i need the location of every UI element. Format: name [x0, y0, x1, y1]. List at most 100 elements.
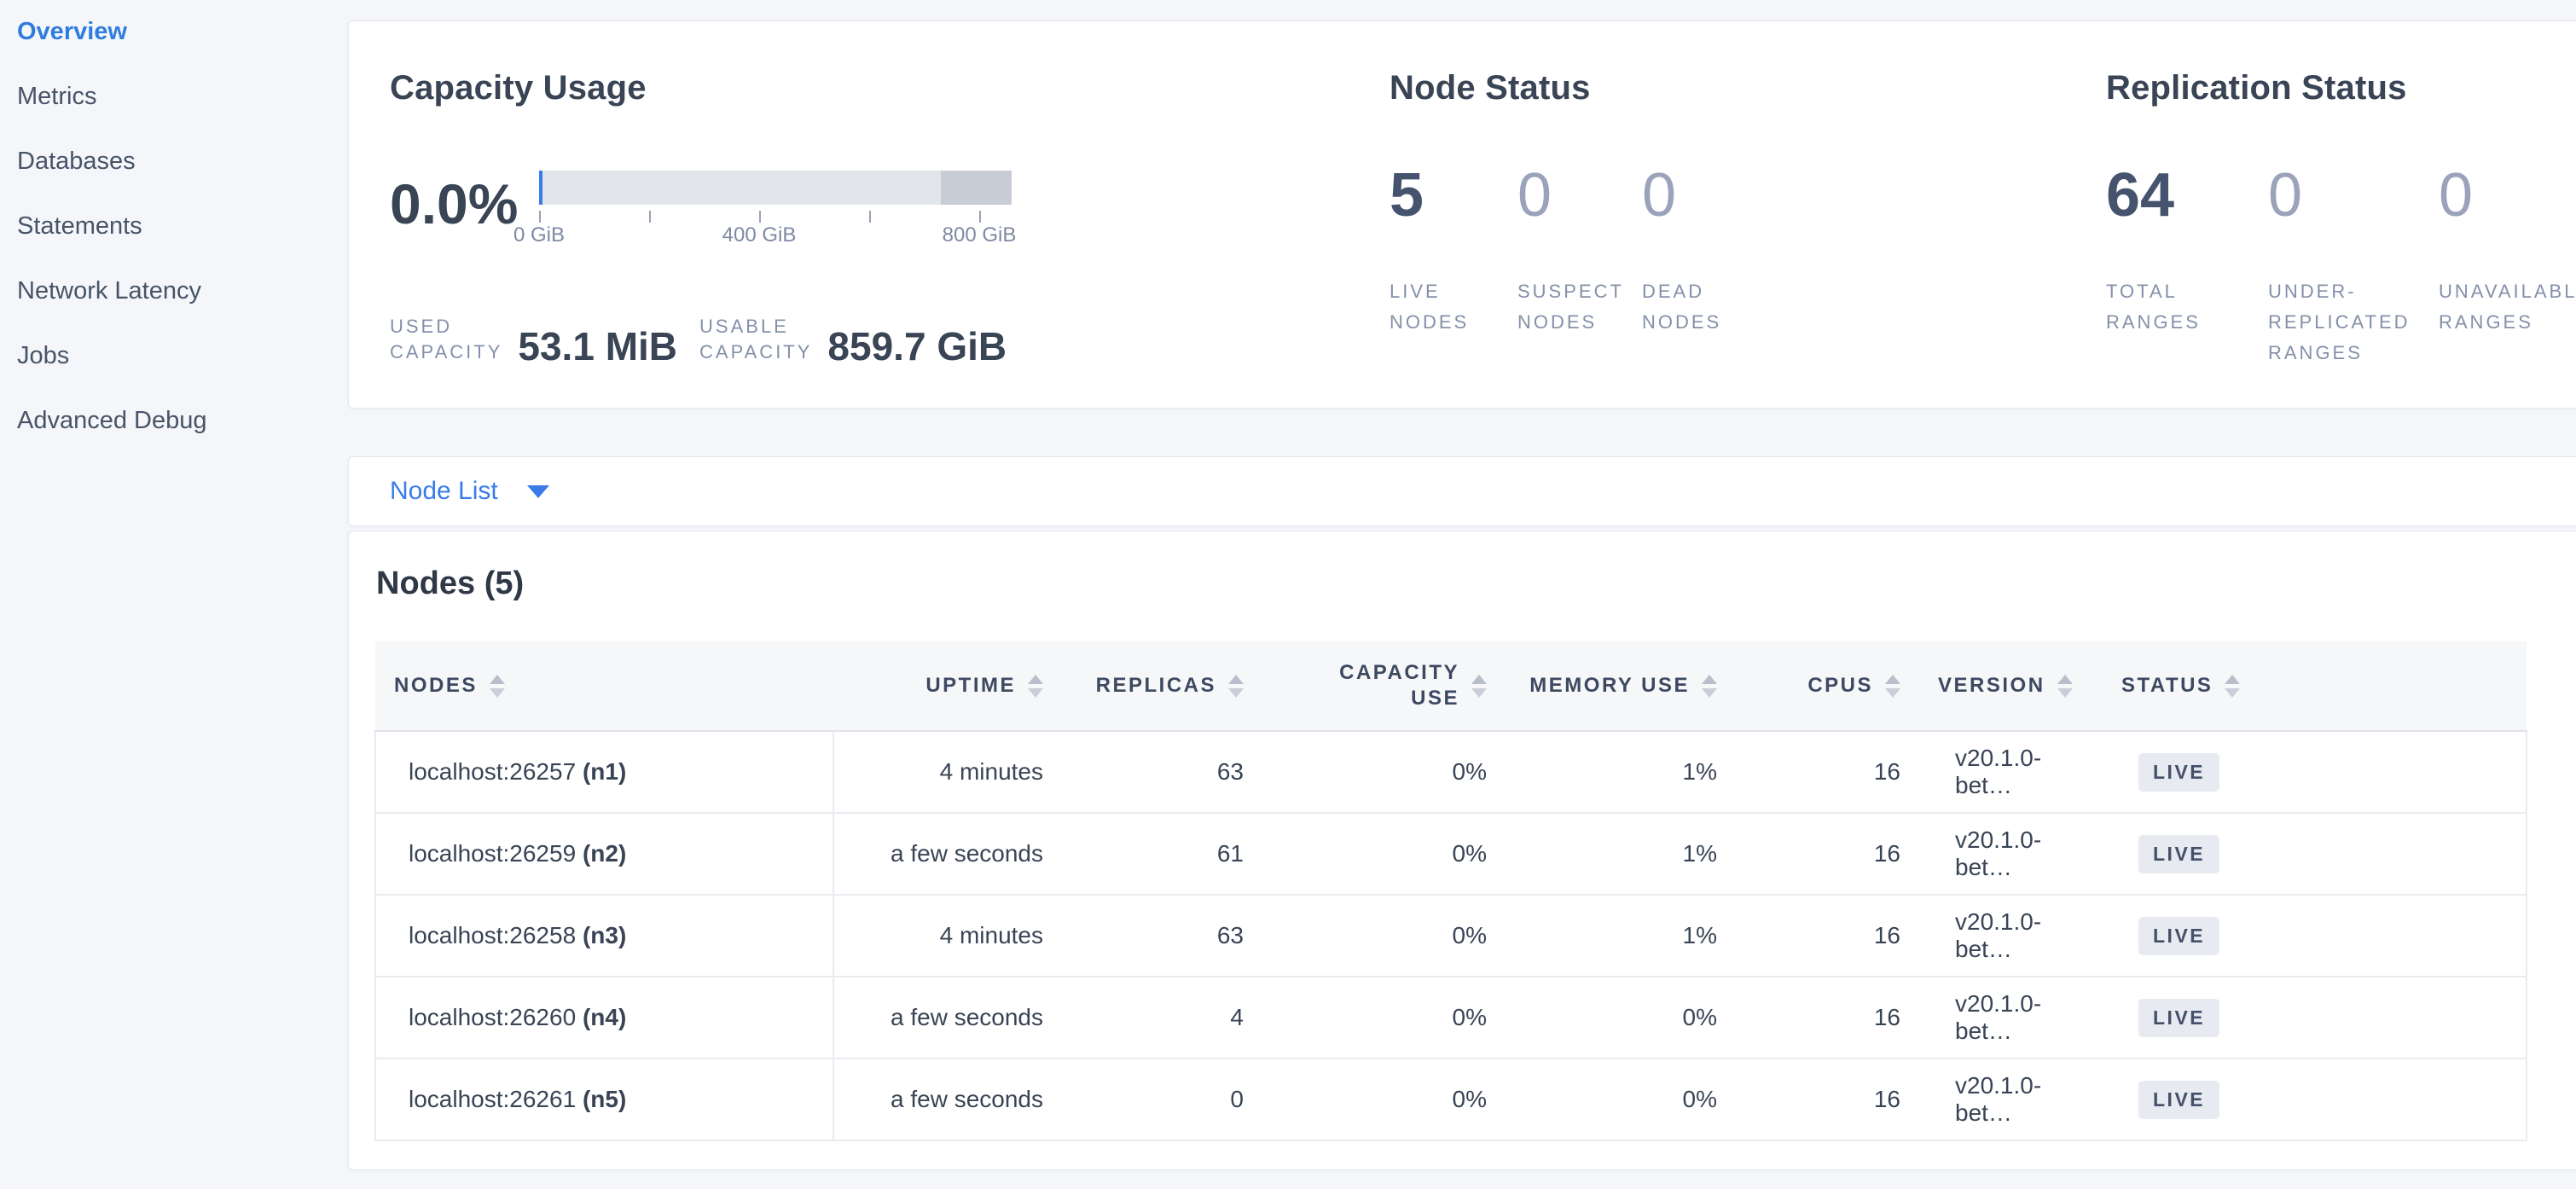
capacity-axis-labels: 0 GiB 400 GiB 800 GiB: [539, 223, 1012, 249]
node-id: (n5): [583, 1086, 626, 1112]
total-ranges-label: TOTAL RANGES: [2106, 276, 2268, 338]
axis-tick: [649, 211, 651, 223]
sidebar: Overview Metrics Databases Statements Ne…: [0, 0, 348, 1189]
memory-use-cell: 1%: [1506, 731, 1736, 813]
replicas-cell: 4: [1062, 977, 1262, 1058]
filler-cell: [2307, 895, 2527, 977]
dead-nodes-stat: 0 DEAD NODES: [1642, 162, 1721, 338]
column-header-memory-use[interactable]: MEMORY USE: [1506, 641, 1736, 731]
capacity-usage-section: Capacity Usage 0.0%: [390, 69, 1390, 408]
uptime-cell: 4 minutes: [833, 895, 1062, 977]
table-header-row: NODES UPTIME REPLICAS CAPACITY USE MEMOR: [375, 641, 2527, 731]
suspect-nodes-label: SUSPECT NODES: [1517, 276, 1642, 338]
unavailable-ranges-value: 0: [2439, 162, 2576, 229]
node-address[interactable]: localhost:26261 (n5): [409, 1086, 626, 1112]
column-header-replicas[interactable]: REPLICAS: [1062, 641, 1262, 731]
node-id: (n4): [583, 1004, 626, 1030]
nodes-table: NODES UPTIME REPLICAS CAPACITY USE MEMOR: [374, 641, 2527, 1141]
capacity-usage-title: Capacity Usage: [390, 69, 1390, 107]
sort-icon: [1885, 675, 1900, 698]
under-replicated-ranges-value: 0: [2268, 162, 2439, 229]
dead-nodes-label: DEAD NODES: [1642, 276, 1721, 338]
capacity-axis-ticks: [539, 205, 1012, 223]
cpus-cell: 16: [1736, 895, 1919, 977]
version-cell: v20.1.0-bet…: [1919, 1058, 2103, 1140]
column-header-filler: [2307, 641, 2527, 731]
uptime-cell: 4 minutes: [833, 731, 1062, 813]
memory-use-cell: 1%: [1506, 895, 1736, 977]
node-list-dropdown-label: Node List: [390, 477, 498, 506]
table-row: localhost:26260 (n4) a few seconds 4 0% …: [375, 977, 2527, 1058]
status-badge: LIVE: [2138, 835, 2219, 873]
sidebar-item-statements[interactable]: Statements: [17, 201, 348, 266]
uptime-cell: a few seconds: [833, 813, 1062, 895]
sidebar-item-network-latency[interactable]: Network Latency: [17, 266, 348, 331]
memory-use-cell: 0%: [1506, 1058, 1736, 1140]
table-row: localhost:26258 (n3) 4 minutes 63 0% 1% …: [375, 895, 2527, 977]
table-row: localhost:26261 (n5) a few seconds 0 0% …: [375, 1058, 2527, 1140]
unavailable-ranges-stat: 0 UNAVAILABLE RANGES: [2439, 162, 2576, 368]
memory-use-cell: 0%: [1506, 977, 1736, 1058]
column-header-nodes[interactable]: NODES: [375, 641, 833, 731]
sort-icon: [1471, 675, 1487, 698]
node-address[interactable]: localhost:26259 (n2): [409, 840, 626, 867]
dead-nodes-value: 0: [1642, 162, 1721, 229]
nodes-title: Nodes (5): [376, 566, 2576, 602]
replication-status-section: Replication Status 64 TOTAL RANGES 0 UND…: [2106, 69, 2576, 408]
sidebar-item-metrics[interactable]: Metrics: [17, 72, 348, 136]
node-id: (n3): [583, 922, 626, 948]
status-badge: LIVE: [2138, 917, 2219, 955]
main-content: Capacity Usage 0.0%: [348, 0, 2576, 1189]
node-address[interactable]: localhost:26257 (n1): [409, 758, 626, 785]
used-capacity-label: USED CAPACITY: [390, 314, 502, 365]
filler-cell: [2307, 813, 2527, 895]
capacity-gauge: 0 GiB 400 GiB 800 GiB: [539, 171, 1012, 249]
view-selector-card: Node List: [348, 456, 2576, 526]
node-list-dropdown[interactable]: Node List: [390, 477, 549, 506]
column-header-cpus[interactable]: CPUS: [1736, 641, 1919, 731]
suspect-nodes-value: 0: [1517, 162, 1642, 229]
sidebar-item-advanced-debug[interactable]: Advanced Debug: [17, 396, 348, 461]
column-header-uptime[interactable]: UPTIME: [833, 641, 1062, 731]
axis-tick: [539, 211, 541, 223]
sort-icon: [2225, 675, 2240, 698]
usable-capacity-stat: USABLE CAPACITY 859.7 GiB: [699, 314, 1007, 365]
node-status-section: Node Status 5 LIVE NODES 0 SUSPECT NODES…: [1390, 69, 2106, 408]
sidebar-item-databases[interactable]: Databases: [17, 136, 348, 201]
replicas-cell: 61: [1062, 813, 1262, 895]
capacity-gauge-bar: [539, 171, 1012, 205]
unavailable-ranges-label: UNAVAILABLE RANGES: [2439, 276, 2576, 338]
version-cell: v20.1.0-bet…: [1919, 813, 2103, 895]
used-capacity-stat: USED CAPACITY 53.1 MiB: [390, 314, 677, 365]
cpus-cell: 16: [1736, 731, 1919, 813]
axis-tick: [979, 211, 981, 223]
axis-label: 800 GiB: [943, 223, 1017, 247]
capacity-nonusable-segment: [941, 171, 1012, 205]
column-header-status[interactable]: STATUS: [2103, 641, 2307, 731]
node-address[interactable]: localhost:26258 (n3): [409, 922, 626, 948]
sidebar-item-jobs[interactable]: Jobs: [17, 331, 348, 396]
replicas-cell: 63: [1062, 895, 1262, 977]
column-header-capacity-use[interactable]: CAPACITY USE: [1262, 641, 1506, 731]
status-badge: LIVE: [2138, 753, 2219, 792]
capacity-stats: USED CAPACITY 53.1 MiB USABLE CAPACITY 8…: [390, 314, 1390, 365]
filler-cell: [2307, 731, 2527, 813]
uptime-cell: a few seconds: [833, 1058, 1062, 1140]
suspect-nodes-stat: 0 SUSPECT NODES: [1517, 162, 1642, 338]
axis-label: 0 GiB: [513, 223, 565, 247]
capacity-gauge-row: 0.0%: [390, 171, 1390, 264]
total-ranges-stat: 64 TOTAL RANGES: [2106, 162, 2268, 368]
axis-label: 400 GiB: [722, 223, 797, 247]
sort-icon: [1028, 675, 1043, 698]
replicas-cell: 0: [1062, 1058, 1262, 1140]
node-address[interactable]: localhost:26260 (n4): [409, 1004, 626, 1030]
replication-status-title: Replication Status: [2106, 69, 2576, 107]
sort-icon: [490, 675, 505, 698]
cpus-cell: 16: [1736, 977, 1919, 1058]
capacity-used-marker: [539, 171, 542, 205]
column-header-version[interactable]: VERSION: [1919, 641, 2103, 731]
cluster-summary-card: Capacity Usage 0.0%: [348, 20, 2576, 409]
sidebar-item-overview[interactable]: Overview: [17, 7, 348, 72]
version-cell: v20.1.0-bet…: [1919, 895, 2103, 977]
nodes-card: Nodes (5) NODES UPTIME: [348, 531, 2576, 1170]
